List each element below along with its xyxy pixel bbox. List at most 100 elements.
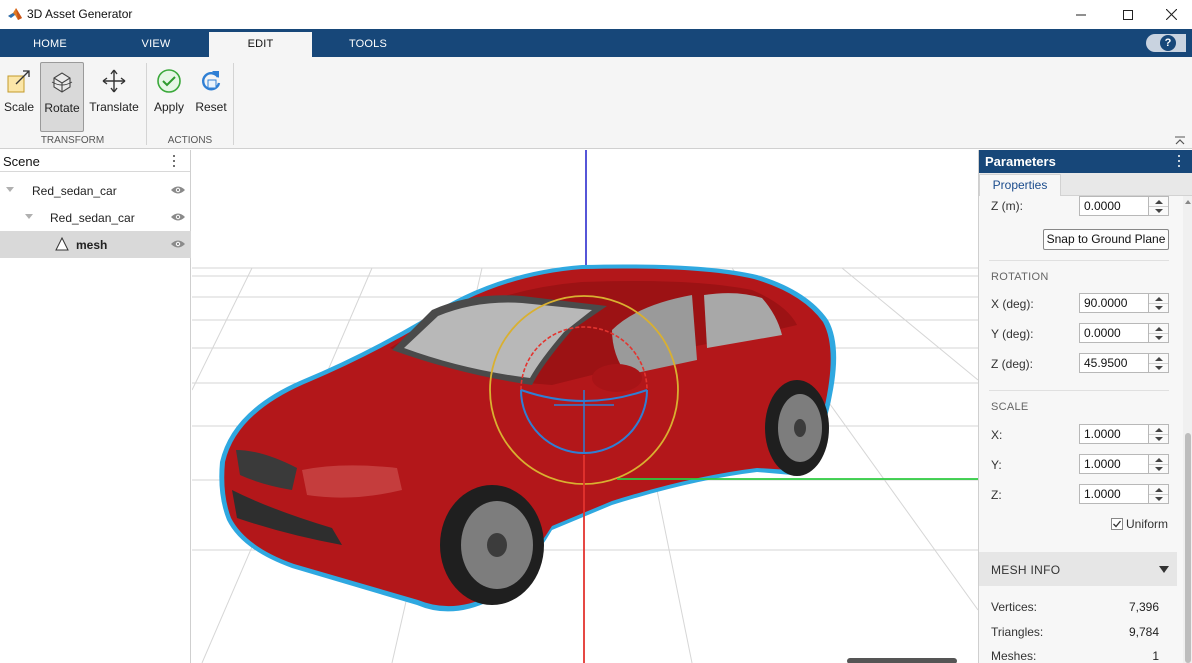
- triangles-value: 9,784: [1128, 625, 1159, 639]
- rotate-button[interactable]: Rotate: [40, 62, 84, 132]
- matlab-app-icon: [8, 8, 22, 20]
- apply-button[interactable]: Apply: [150, 62, 188, 132]
- translate-button[interactable]: Translate: [88, 62, 140, 132]
- parameters-header: Parameters: [979, 150, 1192, 173]
- group-separator: [233, 63, 234, 145]
- tree-item-label: mesh: [76, 238, 108, 252]
- parameters-panel: Parameters Properties Z (m): 0.0000 Snap…: [978, 150, 1192, 663]
- mesh-icon: [55, 237, 69, 251]
- help-icon: ?: [1160, 35, 1176, 51]
- 3d-viewport[interactable]: [192, 150, 978, 663]
- maximize-icon: [1123, 9, 1133, 20]
- meshes-value: 1: [1152, 649, 1159, 663]
- scale-button[interactable]: Scale: [1, 62, 37, 132]
- minimize-button[interactable]: [1058, 0, 1104, 29]
- transform-group-label: TRANSFORM: [40, 135, 105, 146]
- apply-label: Apply: [153, 100, 185, 114]
- position-z-field[interactable]: 0.0000: [1079, 196, 1149, 216]
- tab-home[interactable]: HOME: [0, 32, 100, 57]
- reset-icon: [202, 71, 221, 91]
- visibility-eye-icon[interactable]: [170, 185, 186, 195]
- scroll-up-icon[interactable]: [1185, 200, 1191, 204]
- rotate-label: Rotate: [44, 101, 80, 115]
- scrollbar-thumb[interactable]: [1185, 433, 1191, 663]
- parameters-title: Parameters: [985, 154, 1056, 169]
- scene-panel: Scene Red_sedan_car Red_sedan_car mesh: [0, 150, 191, 663]
- tab-view[interactable]: VIEW: [106, 32, 206, 57]
- meshes-label: Meshes:: [991, 649, 1037, 663]
- minimize-icon: [1076, 14, 1086, 15]
- divider: [989, 390, 1169, 391]
- car-model[interactable]: [219, 264, 837, 612]
- scale-z-label: Z:: [991, 488, 1002, 502]
- vertices-label: Vertices:: [991, 600, 1038, 614]
- collapse-arrow-icon[interactable]: [1159, 566, 1169, 573]
- parameters-tabs: Properties: [979, 173, 1192, 196]
- scale-label: Scale: [3, 100, 35, 114]
- divider: [989, 260, 1169, 261]
- scene-title: Scene: [3, 154, 40, 169]
- actions-group-label: ACTIONS: [167, 135, 213, 146]
- ribbon-tab-bar: HOME VIEW EDIT TOOLS ?: [0, 29, 1192, 57]
- scene-menu-icon[interactable]: [172, 155, 176, 169]
- vertices-value: 7,396: [1128, 600, 1159, 614]
- viewport-toolbar-handle[interactable]: [847, 658, 957, 663]
- mesh-info-title: MESH INFO: [991, 563, 1061, 577]
- tree-item-mesh[interactable]: mesh: [0, 231, 191, 258]
- expand-caret-icon[interactable]: [25, 214, 33, 219]
- title-bar: 3D Asset Generator: [0, 0, 1192, 29]
- parameters-scrollbar[interactable]: [1183, 196, 1192, 663]
- rotation-section-title: ROTATION: [991, 271, 1049, 283]
- scale-icon: [7, 70, 30, 93]
- position-z-label: Z (m):: [991, 199, 1023, 213]
- rotation-x-field[interactable]: 90.0000: [1079, 293, 1149, 313]
- scale-y-spinner[interactable]: [1149, 454, 1169, 474]
- tree-item-label: Red_sedan_car: [32, 184, 117, 198]
- close-button[interactable]: [1148, 0, 1192, 29]
- tab-properties[interactable]: Properties: [979, 174, 1061, 196]
- rotation-z-label: Z (deg):: [991, 357, 1034, 371]
- expand-caret-icon[interactable]: [6, 187, 14, 192]
- tree-item-red-sedan-car[interactable]: Red_sedan_car: [0, 177, 191, 204]
- tree-item-red-sedan-car-child[interactable]: Red_sedan_car: [0, 204, 191, 231]
- scale-z-field[interactable]: 1.0000: [1079, 484, 1149, 504]
- rotation-x-spinner[interactable]: [1149, 293, 1169, 313]
- translate-label: Translate: [89, 100, 139, 114]
- snap-to-ground-button[interactable]: Snap to Ground Plane: [1043, 229, 1169, 250]
- rotation-y-label: Y (deg):: [991, 327, 1034, 341]
- tab-tools[interactable]: TOOLS: [318, 32, 418, 57]
- mesh-info-section-header[interactable]: MESH INFO: [979, 552, 1177, 586]
- visibility-eye-icon[interactable]: [170, 239, 186, 249]
- rotation-x-label: X (deg):: [991, 297, 1034, 311]
- tab-edit[interactable]: EDIT: [209, 32, 312, 57]
- scale-x-label: X:: [991, 428, 1003, 442]
- translate-icon: [102, 69, 126, 93]
- reset-button[interactable]: Reset: [192, 62, 230, 132]
- triangles-label: Triangles:: [991, 625, 1044, 639]
- checkbox-checked-icon: [1111, 518, 1123, 530]
- uniform-label: Uniform: [1126, 517, 1169, 531]
- close-icon: [1165, 9, 1177, 20]
- tree-item-label: Red_sedan_car: [50, 211, 135, 225]
- viewport-canvas: [192, 150, 978, 663]
- visibility-eye-icon[interactable]: [170, 212, 186, 222]
- rotation-z-field[interactable]: 45.9500: [1079, 353, 1149, 373]
- parameters-scroll-area: Z (m): 0.0000 Snap to Ground Plane ROTAT…: [979, 196, 1183, 663]
- rotation-y-field[interactable]: 0.0000: [1079, 323, 1149, 343]
- scale-x-spinner[interactable]: [1149, 424, 1169, 444]
- rotation-z-spinner[interactable]: [1149, 353, 1169, 373]
- scale-y-field[interactable]: 1.0000: [1079, 454, 1149, 474]
- reset-label: Reset: [195, 100, 227, 114]
- scale-section-title: SCALE: [991, 401, 1029, 413]
- help-button[interactable]: ?: [1146, 34, 1186, 52]
- toolstrip: Scale Rotate Translate TRANSFORM Apply R…: [0, 57, 1192, 149]
- window-title: 3D Asset Generator: [27, 7, 133, 21]
- collapse-toolstrip-icon[interactable]: [1174, 136, 1186, 146]
- group-separator: [146, 63, 147, 145]
- scale-x-field[interactable]: 1.0000: [1079, 424, 1149, 444]
- rotation-y-spinner[interactable]: [1149, 323, 1169, 343]
- maximize-button[interactable]: [1105, 0, 1151, 29]
- parameters-menu-icon[interactable]: [1177, 155, 1181, 169]
- position-z-spinner[interactable]: [1149, 196, 1169, 216]
- scale-z-spinner[interactable]: [1149, 484, 1169, 504]
